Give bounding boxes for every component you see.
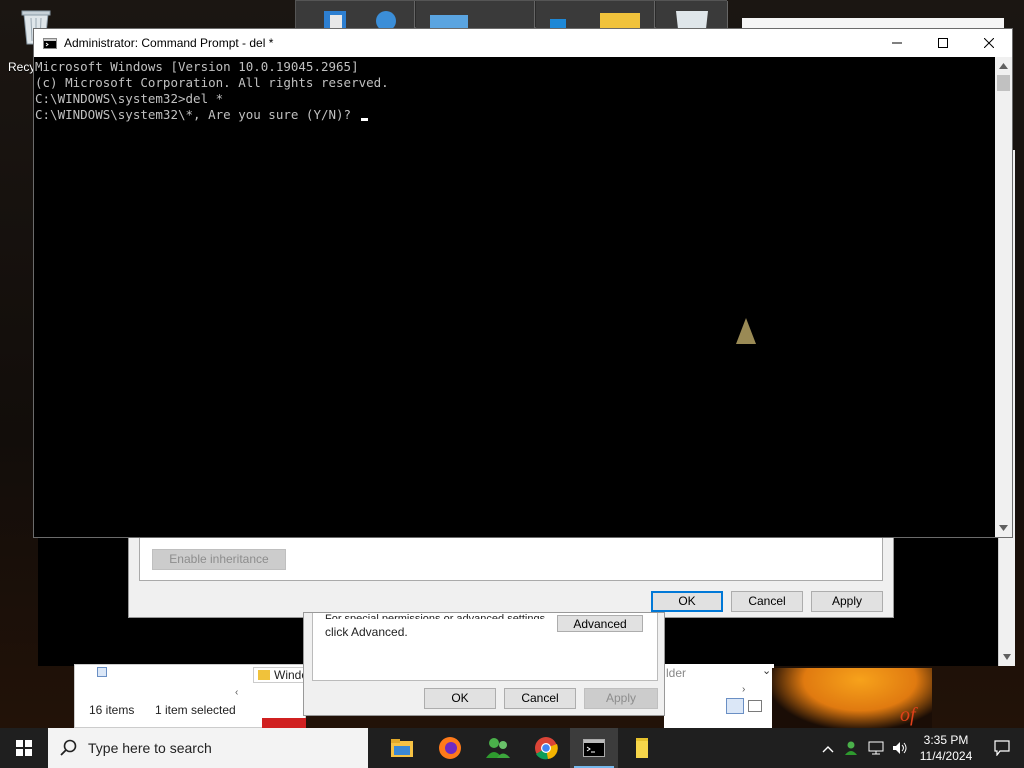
wallpaper-red-band bbox=[262, 718, 306, 728]
thumbnail-item[interactable] bbox=[656, 1, 728, 29]
firefox-icon bbox=[439, 737, 461, 759]
search-icon bbox=[60, 739, 77, 756]
pinned-apps bbox=[378, 728, 666, 768]
cancel-button[interactable]: Cancel bbox=[504, 688, 576, 709]
volume-icon[interactable] bbox=[888, 741, 912, 755]
console-line: (c) Microsoft Corporation. All rights re… bbox=[35, 75, 389, 90]
properties-dialog: For special permissions or advanced sett… bbox=[303, 612, 665, 716]
close-button[interactable] bbox=[966, 29, 1012, 57]
close-icon bbox=[984, 38, 994, 48]
advanced-hint-line1: For special permissions or advanced sett… bbox=[325, 613, 549, 619]
window-title: Administrator: Command Prompt - del * bbox=[64, 36, 274, 50]
vertical-scrollbar[interactable] bbox=[995, 57, 1012, 537]
window-thumbnails-strip bbox=[295, 0, 728, 31]
selection-status: 1 item selected bbox=[155, 703, 236, 717]
chrome-icon bbox=[535, 737, 558, 760]
scroll-right-icon[interactable]: › bbox=[742, 684, 745, 695]
chevron-down-icon[interactable]: ⌄ bbox=[762, 664, 771, 677]
ok-button[interactable]: OK bbox=[651, 591, 723, 612]
maximize-icon bbox=[938, 38, 948, 48]
apply-button[interactable]: Apply bbox=[584, 688, 658, 709]
thumbnail-item[interactable] bbox=[536, 1, 655, 29]
command-prompt-button[interactable] bbox=[570, 728, 618, 768]
clock-time: 3:35 PM bbox=[923, 733, 969, 747]
taskbar: Type here to search 3:35 PM 11/4/2024 bbox=[0, 728, 1024, 768]
console-output[interactable]: Microsoft Windows [Version 10.0.19045.29… bbox=[34, 57, 996, 537]
folder-icon bbox=[258, 670, 270, 680]
file-explorer-icon bbox=[391, 739, 413, 757]
network-icon[interactable] bbox=[864, 741, 888, 755]
title-bar[interactable]: Administrator: Command Prompt - del * bbox=[34, 29, 1012, 57]
console-line: C:\WINDOWS\system32\*, Are you sure (Y/N… bbox=[35, 107, 359, 122]
command-prompt-icon bbox=[43, 37, 57, 49]
sticky-notes-icon bbox=[636, 738, 648, 758]
text-cursor bbox=[360, 118, 368, 121]
clock-date: 11/4/2024 bbox=[919, 749, 973, 763]
wallpaper-text: of bbox=[900, 704, 916, 726]
item-count: 16 items bbox=[89, 703, 135, 717]
minimize-button[interactable] bbox=[874, 29, 920, 57]
file-explorer-button[interactable] bbox=[378, 728, 426, 768]
people-tray-icon[interactable] bbox=[840, 740, 864, 756]
console-line: Microsoft Windows [Version 10.0.19045.29… bbox=[35, 59, 359, 74]
console-prompt-line: C:\WINDOWS\system32\*, Are you sure (Y/N… bbox=[35, 107, 996, 123]
scroll-down-icon bbox=[999, 525, 1008, 531]
search-box[interactable]: Type here to search bbox=[48, 728, 368, 768]
security-panel: For special permissions or advanced sett… bbox=[312, 613, 658, 681]
apply-button[interactable]: Apply bbox=[811, 591, 883, 612]
windows-logo-icon bbox=[16, 740, 32, 756]
command-prompt-window[interactable]: Administrator: Command Prompt - del * Mi… bbox=[33, 28, 1013, 538]
search-placeholder: Type here to search bbox=[88, 740, 212, 756]
thumbnail-item[interactable] bbox=[296, 1, 415, 31]
large-icons-view-icon[interactable] bbox=[748, 700, 762, 712]
show-hidden-icons-icon[interactable] bbox=[816, 741, 840, 756]
ok-button[interactable]: OK bbox=[424, 688, 496, 709]
people-button[interactable] bbox=[474, 728, 522, 768]
file-explorer-window-right: lder ⌄ › bbox=[664, 664, 774, 728]
scroll-left-icon[interactable]: ‹ bbox=[235, 687, 238, 698]
enable-inheritance-button[interactable]: Enable inheritance bbox=[152, 549, 286, 570]
firefox-button[interactable] bbox=[426, 728, 474, 768]
scroll-up-icon bbox=[999, 63, 1008, 69]
minimize-icon bbox=[892, 42, 902, 44]
people-icon bbox=[486, 738, 510, 758]
details-view-icon[interactable] bbox=[726, 698, 744, 714]
notifications-button[interactable] bbox=[980, 740, 1024, 756]
mouse-pointer-icon bbox=[736, 318, 756, 344]
address-text-right: lder bbox=[666, 666, 687, 680]
notification-icon bbox=[994, 740, 1010, 756]
advanced-button[interactable]: Advanced bbox=[557, 615, 643, 632]
console-line: C:\WINDOWS\system32>del * bbox=[35, 91, 224, 106]
thumbnail-item[interactable] bbox=[416, 1, 535, 29]
advanced-hint-line2: click Advanced. bbox=[325, 625, 408, 639]
scroll-thumb bbox=[997, 75, 1010, 91]
maximize-button[interactable] bbox=[920, 29, 966, 57]
command-prompt-icon bbox=[583, 739, 605, 757]
sticky-notes-button[interactable] bbox=[618, 728, 666, 768]
view-icon[interactable] bbox=[97, 667, 107, 677]
chrome-button[interactable] bbox=[522, 728, 570, 768]
recycle-bin-label: Recy bbox=[8, 60, 36, 74]
start-button[interactable] bbox=[0, 728, 48, 768]
system-tray: 3:35 PM 11/4/2024 bbox=[816, 728, 1024, 768]
cancel-button[interactable]: Cancel bbox=[731, 591, 803, 612]
clock[interactable]: 3:35 PM 11/4/2024 bbox=[912, 732, 980, 764]
